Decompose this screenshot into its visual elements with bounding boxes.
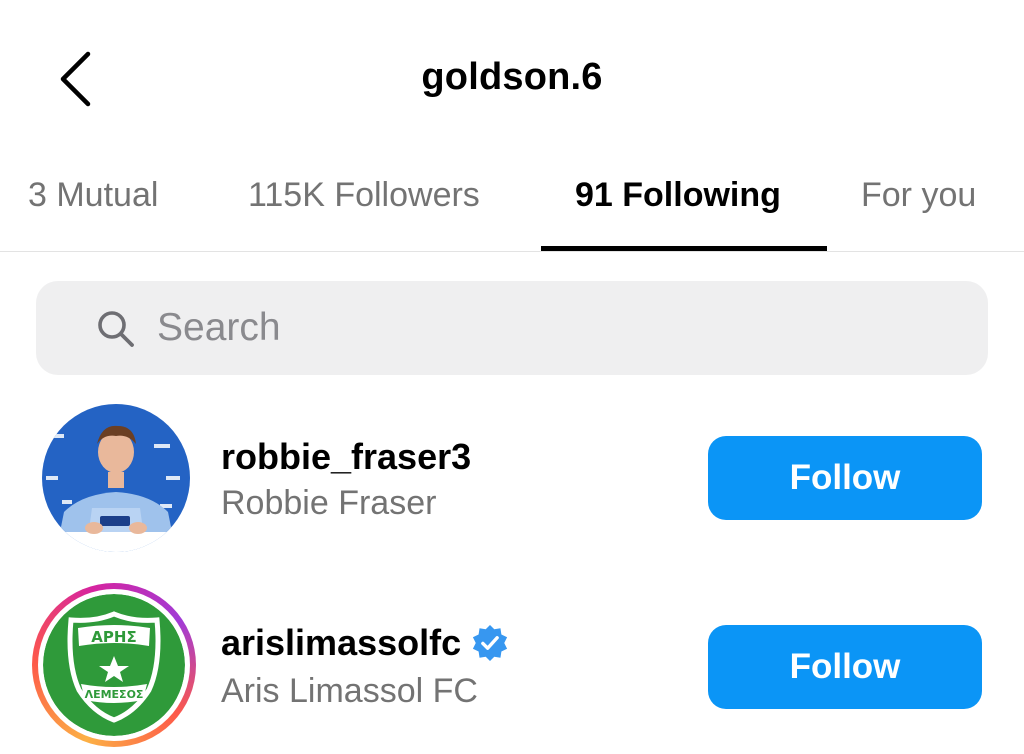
follow-button[interactable]: Follow (708, 436, 982, 520)
full-name: Aris Limassol FC (221, 672, 478, 710)
active-tab-indicator (541, 246, 827, 251)
story-ring[interactable]: ΑΡΗΣ ΛΕΜΕΣΟΣ (32, 583, 196, 747)
verified-badge-icon (473, 624, 508, 662)
avatar-photo (42, 404, 190, 552)
follow-button[interactable]: Follow (708, 625, 982, 709)
tab-mutual[interactable]: 3 Mutual (28, 176, 158, 215)
tab-bar: 3 Mutual 115K Followers 91 Following For… (0, 160, 1024, 252)
search-bar[interactable] (36, 281, 988, 375)
full-name: Robbie Fraser (221, 484, 437, 522)
username[interactable]: robbie_fraser3 (221, 436, 471, 478)
list-item[interactable]: ΑΡΗΣ ΛΕΜΕΣΟΣ arislimassolfc Aris Limasso… (0, 583, 1024, 754)
tab-followers[interactable]: 115K Followers (248, 176, 480, 215)
logo-text-top: ΑΡΗΣ (91, 628, 136, 646)
username-text: arislimassolfc (221, 622, 462, 663)
username[interactable]: arislimassolfc (221, 622, 509, 664)
tab-following[interactable]: 91 Following (575, 176, 781, 215)
logo-text-bottom: ΛΕΜΕΣΟΣ (85, 688, 144, 701)
search-icon (98, 311, 134, 347)
list-item[interactable]: robbie_fraser3 Robbie Fraser Follow (0, 398, 1024, 568)
page-title: goldson.6 (421, 56, 603, 98)
avatar-logo: ΑΡΗΣ ΛΕΜΕΣΟΣ (43, 594, 185, 736)
avatar[interactable] (36, 404, 194, 562)
search-input[interactable] (157, 299, 957, 357)
tab-for-you[interactable]: For you (861, 176, 976, 215)
top-bar: goldson.6 (0, 0, 1024, 160)
